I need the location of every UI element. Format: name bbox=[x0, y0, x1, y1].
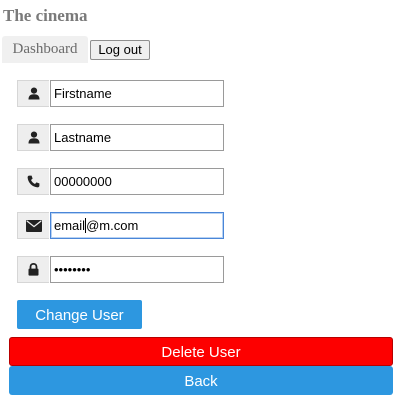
dashboard-tab[interactable]: Dashboard bbox=[2, 36, 88, 63]
top-nav: Dashboard Log out bbox=[0, 36, 405, 64]
email-row: email@m.com bbox=[17, 212, 227, 239]
envelope-icon bbox=[17, 212, 49, 239]
logout-button[interactable]: Log out bbox=[90, 40, 150, 60]
password-row: •••••••• bbox=[17, 256, 227, 283]
phone-row: 00000000 bbox=[17, 168, 227, 195]
email-text-after-caret: @m.com bbox=[86, 218, 139, 233]
phone-icon bbox=[17, 168, 49, 195]
back-button[interactable]: Back bbox=[9, 366, 393, 395]
password-input[interactable]: •••••••• bbox=[50, 256, 224, 283]
lastname-row: Lastname bbox=[17, 124, 227, 151]
email-input[interactable]: email@m.com bbox=[50, 212, 224, 239]
delete-user-button[interactable]: Delete User bbox=[9, 337, 393, 366]
email-text-before-caret: email bbox=[54, 218, 86, 233]
user-icon bbox=[17, 124, 49, 151]
app-title: The cinema bbox=[3, 6, 88, 25]
phone-input[interactable]: 00000000 bbox=[50, 168, 224, 195]
lastname-input[interactable]: Lastname bbox=[50, 124, 224, 151]
change-user-button[interactable]: Change User bbox=[17, 300, 142, 329]
user-icon bbox=[17, 80, 49, 107]
firstname-row: Firstname bbox=[17, 80, 227, 107]
lock-icon bbox=[17, 256, 49, 283]
firstname-input[interactable]: Firstname bbox=[50, 80, 224, 107]
